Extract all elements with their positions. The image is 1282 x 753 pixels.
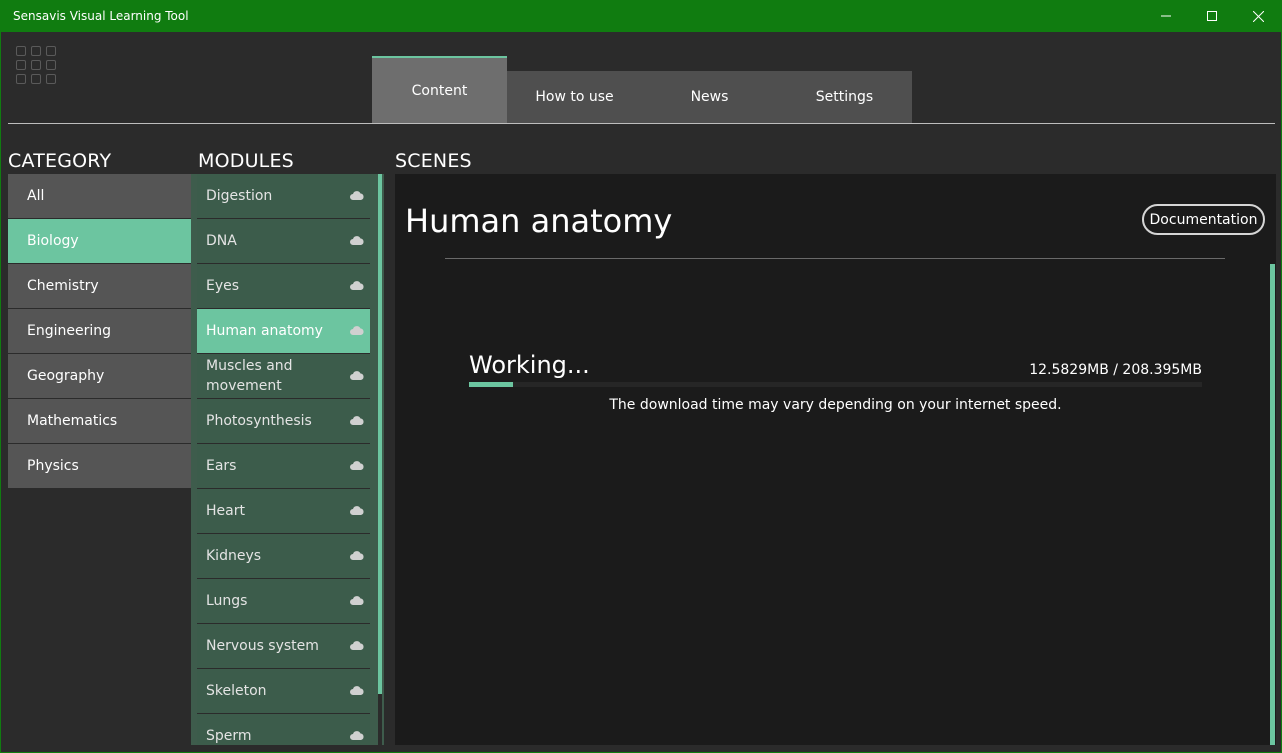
module-item[interactable]: Heart: [197, 489, 370, 534]
module-item[interactable]: Digestion: [197, 174, 370, 219]
minimize-icon: [1161, 15, 1171, 17]
cloud-download-icon[interactable]: [350, 281, 364, 290]
modules-scrollbar-thumb[interactable]: [378, 174, 382, 694]
category-list: All Biology Chemistry Engineering Geogra…: [8, 174, 191, 489]
modules-panel: Digestion DNA Eyes Human anatomy Muscles and…: [191, 174, 384, 745]
title-bar: Sensavis Visual Learning Tool: [0, 0, 1282, 32]
category-item-mathematics[interactable]: Mathematics: [8, 399, 191, 444]
download-size: 12.5829MB / 208.395MB: [1029, 362, 1202, 378]
tabs-divider: [8, 123, 1275, 124]
download-progress-bar: [469, 382, 1202, 387]
cloud-download-icon[interactable]: [350, 416, 364, 425]
module-item-label: Ears: [206, 458, 237, 474]
cloud-download-icon[interactable]: [350, 326, 364, 335]
module-item-label: Sperm: [206, 728, 252, 744]
maximize-button[interactable]: [1189, 0, 1235, 32]
cloud-download-icon[interactable]: [350, 686, 364, 695]
module-item[interactable]: Photosynthesis: [197, 399, 370, 444]
cloud-download-icon[interactable]: [350, 371, 364, 380]
module-item[interactable]: Ears: [197, 444, 370, 489]
documentation-button[interactable]: Documentation: [1142, 204, 1265, 235]
category-item-biology[interactable]: Biology: [8, 219, 191, 264]
window-title: Sensavis Visual Learning Tool: [13, 9, 189, 23]
modules-heading: MODULES: [198, 150, 294, 172]
module-item-label: Muscles and movement: [206, 358, 293, 394]
module-item[interactable]: Lungs: [197, 579, 370, 624]
cloud-download-icon[interactable]: [350, 596, 364, 605]
category-item-geography[interactable]: Geography: [8, 354, 191, 399]
module-item-label: Eyes: [206, 278, 240, 294]
tab-how-to-use[interactable]: How to use: [507, 71, 642, 123]
close-icon: [1252, 10, 1264, 22]
scene-divider: [445, 258, 1225, 259]
cloud-download-icon[interactable]: [350, 731, 364, 740]
scenes-scrollbar[interactable]: [1270, 264, 1275, 745]
category-item-chemistry[interactable]: Chemistry: [8, 264, 191, 309]
module-item-label: DNA: [206, 233, 237, 249]
module-item-label: Nervous system: [206, 638, 319, 654]
close-button[interactable]: [1235, 0, 1281, 32]
category-item-physics[interactable]: Physics: [8, 444, 191, 489]
module-item[interactable]: Eyes: [197, 264, 370, 309]
module-item[interactable]: Kidneys: [197, 534, 370, 579]
module-item-label: Heart: [206, 503, 245, 519]
module-item[interactable]: Nervous system: [197, 624, 370, 669]
app-grid-icon[interactable]: [16, 46, 56, 86]
scenes-heading: SCENES: [395, 150, 472, 172]
module-item-label: Lungs: [206, 593, 248, 609]
cloud-download-icon[interactable]: [350, 641, 364, 650]
minimize-button[interactable]: [1143, 0, 1189, 32]
cloud-download-icon[interactable]: [350, 506, 364, 515]
tab-settings[interactable]: Settings: [777, 71, 912, 123]
tab-content[interactable]: Content: [372, 56, 507, 123]
scenes-panel: Human anatomy Documentation Working... 1…: [395, 174, 1276, 745]
module-list: Digestion DNA Eyes Human anatomy Muscles and…: [197, 174, 370, 745]
module-item[interactable]: Human anatomy: [197, 309, 370, 354]
module-item[interactable]: Sperm: [197, 714, 370, 745]
download-progress-fill: [469, 382, 513, 387]
cloud-download-icon[interactable]: [350, 191, 364, 200]
cloud-download-icon[interactable]: [350, 461, 364, 470]
category-heading: CATEGORY: [8, 150, 112, 172]
download-note: The download time may vary depending on …: [609, 397, 1062, 413]
scene-title: Human anatomy: [405, 202, 673, 240]
download-status: Working...: [469, 351, 590, 379]
module-item-label: Photosynthesis: [206, 413, 312, 429]
category-item-all[interactable]: All: [8, 174, 191, 219]
tab-news[interactable]: News: [642, 71, 777, 123]
module-item-label: Human anatomy: [206, 323, 323, 339]
module-item[interactable]: Muscles and movement: [197, 354, 370, 399]
module-item[interactable]: DNA: [197, 219, 370, 264]
module-item-label: Kidneys: [206, 548, 262, 564]
module-item-label: Digestion: [206, 188, 273, 204]
category-item-engineering[interactable]: Engineering: [8, 309, 191, 354]
module-item[interactable]: Skeleton: [197, 669, 370, 714]
maximize-icon: [1207, 11, 1217, 21]
cloud-download-icon[interactable]: [350, 551, 364, 560]
module-item-label: Skeleton: [206, 683, 267, 699]
cloud-download-icon[interactable]: [350, 236, 364, 245]
